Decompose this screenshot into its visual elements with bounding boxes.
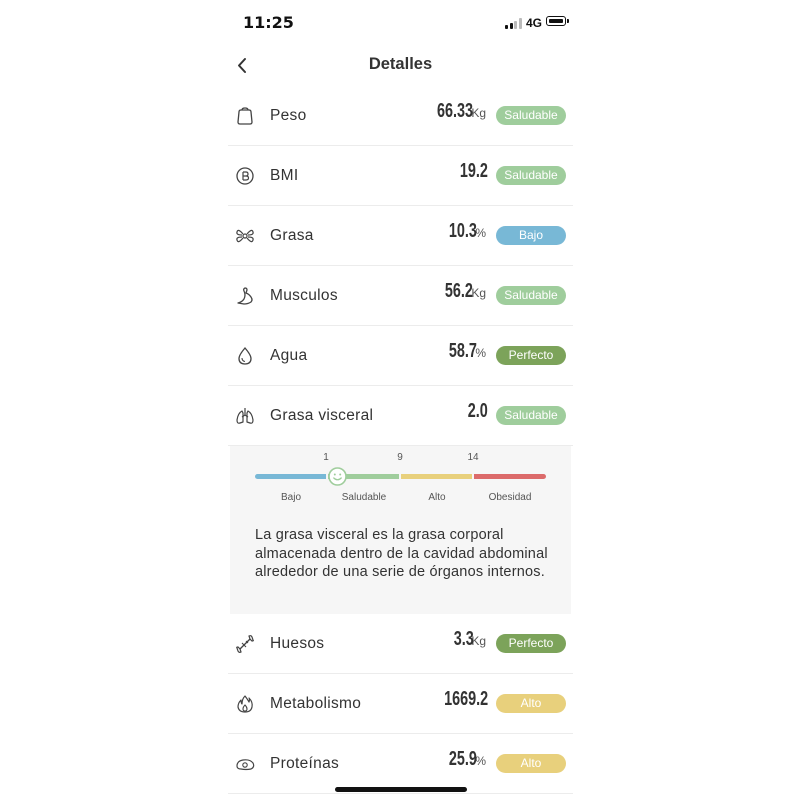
metric-label: Peso <box>270 107 307 124</box>
flame-icon <box>237 695 253 713</box>
lungs-icon <box>236 408 254 424</box>
metric-label: Proteínas <box>270 755 340 772</box>
metric-label: Metabolismo <box>270 695 362 712</box>
metric-row-huesos[interactable]: Huesos 3.3Kg Perfecto <box>228 614 573 674</box>
metric-value: 66.33Kg <box>437 100 486 122</box>
status-badge: Alto <box>496 754 566 773</box>
water-drop-icon <box>238 347 252 365</box>
metric-row-musculos[interactable]: Musculos 56.2Kg Saludable <box>228 266 573 326</box>
metric-label: Grasa visceral <box>270 407 374 424</box>
network-type: 4G <box>526 16 543 30</box>
metric-label: Musculos <box>270 287 338 304</box>
muscle-icon <box>237 287 253 305</box>
visceral-fat-detail-panel: 1 9 14 Bajo Saludable Alto Obesidad La g… <box>230 446 571 614</box>
metric-value: 10.3% <box>449 220 486 242</box>
metric-value: 2.0 <box>467 400 488 422</box>
home-indicator[interactable] <box>335 787 467 792</box>
status-badge: Perfecto <box>496 634 566 653</box>
scale-segment-alto <box>401 474 472 479</box>
signal-icon <box>505 18 522 29</box>
protein-icon <box>236 759 255 771</box>
page-title: Detalles <box>368 55 433 73</box>
status-bar: 11:25 4G <box>228 10 573 36</box>
metric-row-bmi[interactable]: BMI 19.2 Saludable <box>228 146 573 206</box>
status-badge: Bajo <box>496 226 566 245</box>
scale-category-label: Bajo <box>280 492 302 503</box>
metric-row-agua[interactable]: Agua 58.7% Perfecto <box>228 326 573 386</box>
metric-row-peso[interactable]: Peso 66.33Kg Saludable <box>228 86 573 146</box>
metric-value: 19.2 <box>459 160 488 182</box>
threshold-label: 1 <box>323 452 329 463</box>
visceral-fat-description: La grasa visceral es la grasa corporal a… <box>255 527 548 580</box>
metric-value: 56.2Kg <box>445 280 486 302</box>
metric-row-grasa[interactable]: Grasa 10.3% Bajo <box>228 206 573 266</box>
metric-row-metabolismo[interactable]: Metabolismo 1669.2 Alto <box>228 674 573 734</box>
metric-row-proteinas[interactable]: Proteínas 25.9% Alto <box>228 734 573 794</box>
phone-screen: 11:25 4G Detalles Peso 66.33Kg Saludable <box>228 0 573 800</box>
metric-label: Grasa <box>270 227 314 244</box>
metric-row-grasa-visceral[interactable]: Grasa visceral 2.0 Saludable <box>228 386 573 446</box>
scale-segment-obesidad <box>474 474 546 479</box>
battery-icon <box>546 16 566 26</box>
threshold-label: 9 <box>397 452 403 463</box>
metric-value: 25.9% <box>449 748 486 770</box>
status-badge: Saludable <box>496 106 566 125</box>
bone-icon <box>236 635 254 653</box>
status-badge: Alto <box>496 694 566 713</box>
scale-category-label: Saludable <box>341 492 387 503</box>
status-badge: Saludable <box>496 286 566 305</box>
nav-bar: Detalles <box>228 50 573 80</box>
status-time: 11:25 <box>243 13 294 32</box>
status-badge: Saludable <box>496 406 566 425</box>
status-badge: Perfecto <box>496 346 566 365</box>
metric-label: BMI <box>270 167 299 184</box>
metric-label: Agua <box>270 347 308 364</box>
metric-label: Huesos <box>270 635 325 652</box>
scale-category-label: Obesidad <box>488 492 532 503</box>
scale-segment-bajo <box>255 474 326 479</box>
metric-value: 58.7% <box>449 340 486 362</box>
bmi-icon <box>236 167 254 185</box>
scale-category-label: Alto <box>428 492 446 503</box>
smiley-face-icon <box>328 467 347 486</box>
threshold-label: 14 <box>467 452 479 463</box>
metric-value: 1669.2 <box>443 688 488 710</box>
fat-icon <box>236 229 254 243</box>
scale-icon <box>237 107 253 125</box>
metric-value: 3.3Kg <box>453 628 486 650</box>
status-badge: Saludable <box>496 166 566 185</box>
